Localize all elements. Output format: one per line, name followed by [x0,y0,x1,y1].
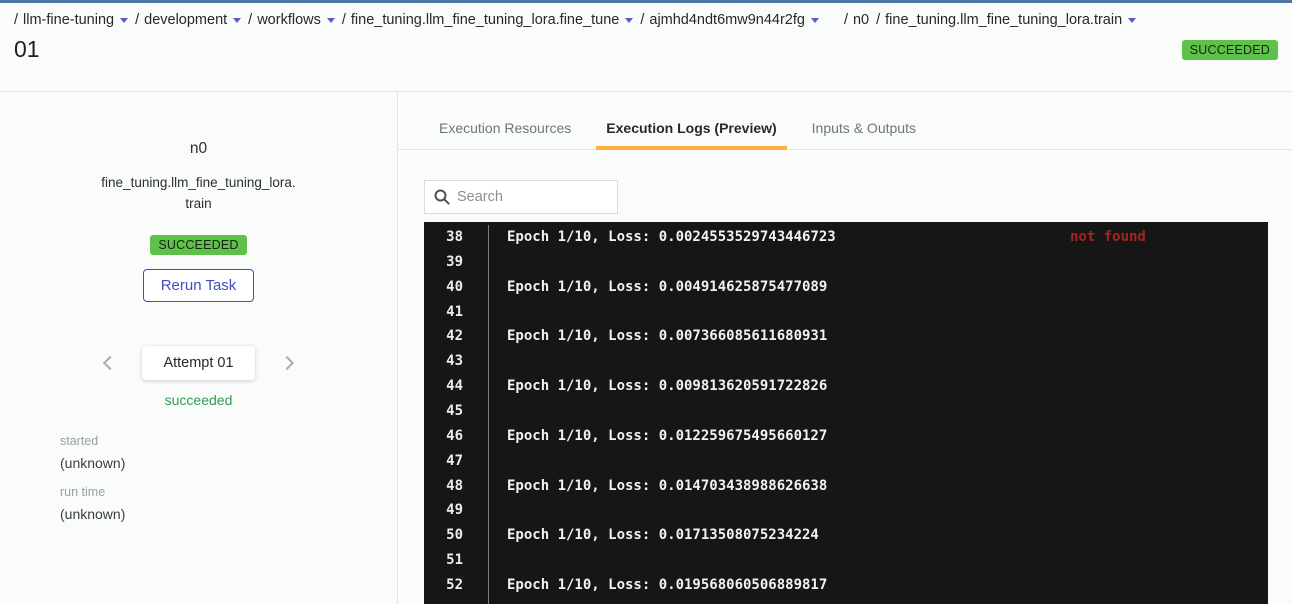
task-status-badge: SUCCEEDED [150,235,246,255]
detail-list: started (unknown) run time (unknown) [60,434,125,522]
page-title: 01 [14,36,40,63]
log-error-text: not found [1070,225,1146,250]
log-line-number: 51 [424,548,463,573]
breadcrumb-item[interactable]: / n0 [844,12,869,28]
next-attempt-button[interactable] [279,356,293,370]
breadcrumb: / llm-fine-tuning / development / workflows / f… [14,12,1278,28]
tab-bar: Execution Resources Execution Logs (Previ… [398,110,1292,150]
log-line [507,449,1268,474]
breadcrumb-label: workflows [257,12,321,28]
main-panel: Execution Resources Execution Logs (Previ… [398,92,1292,604]
node-id: n0 [190,140,207,158]
search-input[interactable] [457,189,608,205]
detail-label: started [60,434,125,448]
search-box[interactable] [424,180,618,214]
log-line-number: 46 [424,424,463,449]
log-line [507,548,1268,573]
log-line [507,250,1268,275]
breadcrumb-separator: / [14,12,18,28]
log-line-number: 40 [424,275,463,300]
breadcrumb-item[interactable]: / development [135,12,241,28]
sidebar: n0 fine_tuning.llm_fine_tuning_lora.trai… [0,92,398,604]
breadcrumb-separator: / [844,12,848,28]
log-line-number: 47 [424,449,463,474]
chevron-down-icon [1128,18,1136,23]
log-line: Epoch 1/10, Loss: 0.007366085611680931 [507,324,1268,349]
breadcrumb-separator: / [640,12,644,28]
detail-value: (unknown) [60,455,125,471]
log-line [507,300,1268,325]
log-line [507,349,1268,374]
log-line-number: 48 [424,474,463,499]
breadcrumb-separator: / [135,12,139,28]
breadcrumb-item[interactable]: / fine_tuning.llm_fine_tuning_lora.train [876,12,1136,28]
log-line-number: 43 [424,349,463,374]
breadcrumb-separator: / [342,12,346,28]
title-row: 01 SUCCEEDED [14,36,1278,63]
log-line-number: 52 [424,573,463,598]
log-line-number: 45 [424,399,463,424]
breadcrumb-separator: / [248,12,252,28]
detail-label: run time [60,485,125,499]
detail-value: (unknown) [60,506,125,522]
log-line [507,498,1268,523]
prev-attempt-button[interactable] [103,356,117,370]
breadcrumb-label: llm-fine-tuning [23,12,114,28]
tab-execution-logs-preview[interactable]: Execution Logs (Preview) [596,110,786,149]
log-line-number: 39 [424,250,463,275]
log-viewer[interactable]: 383940414243444546474849505152 Epoch 1/1… [424,222,1268,604]
search-icon [434,189,450,205]
rerun-task-button[interactable]: Rerun Task [143,269,255,302]
tab-execution-resources[interactable]: Execution Resources [429,110,581,149]
log-line: Epoch 1/10, Loss: 0.0024553529743446723 [507,225,1268,250]
attempt-selector[interactable]: Attempt 01 [142,346,254,380]
log-line: Epoch 1/10, Loss: 0.019568060506889817 [507,573,1268,598]
breadcrumb-item[interactable]: / ajmhd4ndt6mw9n44r2fg [640,12,819,28]
chevron-down-icon [327,18,335,23]
log-line-number: 44 [424,374,463,399]
log-line: Epoch 1/10, Loss: 0.009813620591722826 [507,374,1268,399]
log-line-number: 42 [424,324,463,349]
breadcrumb-separator: / [876,12,880,28]
log-line: Epoch 1/10, Loss: 0.014703438988626638 [507,474,1268,499]
log-line-number: 49 [424,498,463,523]
attempt-status: succeeded [165,392,233,408]
log-line: Epoch 1/10, Loss: 0.012259675495660127 [507,424,1268,449]
breadcrumb-item[interactable]: / llm-fine-tuning [14,12,128,28]
content-area: n0 fine_tuning.llm_fine_tuning_lora.trai… [0,92,1292,604]
log-line-number: 38 [424,225,463,250]
breadcrumb-label: fine_tuning.llm_fine_tuning_lora.fine_tu… [351,12,619,28]
chevron-down-icon [233,18,241,23]
breadcrumb-label: ajmhd4ndt6mw9n44r2fg [649,12,805,28]
status-badge: SUCCEEDED [1182,40,1278,60]
log-content: Epoch 1/10, Loss: 0.0024553529743446723 E… [488,225,1268,604]
log-line-number: 41 [424,300,463,325]
tab-inputs-outputs[interactable]: Inputs & Outputs [802,110,926,149]
log-line: Epoch 1/10, Loss: 0.01713508075234224 [507,523,1268,548]
log-gutter: 383940414243444546474849505152 [424,225,488,604]
app-window: / llm-fine-tuning / development / workflows / f… [0,0,1292,604]
chevron-down-icon [625,18,633,23]
breadcrumb-item[interactable]: / fine_tuning.llm_fine_tuning_lora.fine_t… [342,12,633,28]
chevron-down-icon [120,18,128,23]
attempt-navigation: Attempt 01 [105,346,291,380]
log-line-number: 50 [424,523,463,548]
header: / llm-fine-tuning / development / workflows / f… [0,3,1292,92]
breadcrumb-item[interactable]: / workflows [248,12,335,28]
log-line: Epoch 1/10, Loss: 0.004914625875477089 [507,275,1268,300]
breadcrumb-label: development [144,12,227,28]
chevron-down-icon [811,18,819,23]
breadcrumb-label: fine_tuning.llm_fine_tuning_lora.train [885,12,1122,28]
task-name: fine_tuning.llm_fine_tuning_lora.train [101,173,297,215]
breadcrumb-label: n0 [853,12,869,28]
log-line [507,399,1268,424]
